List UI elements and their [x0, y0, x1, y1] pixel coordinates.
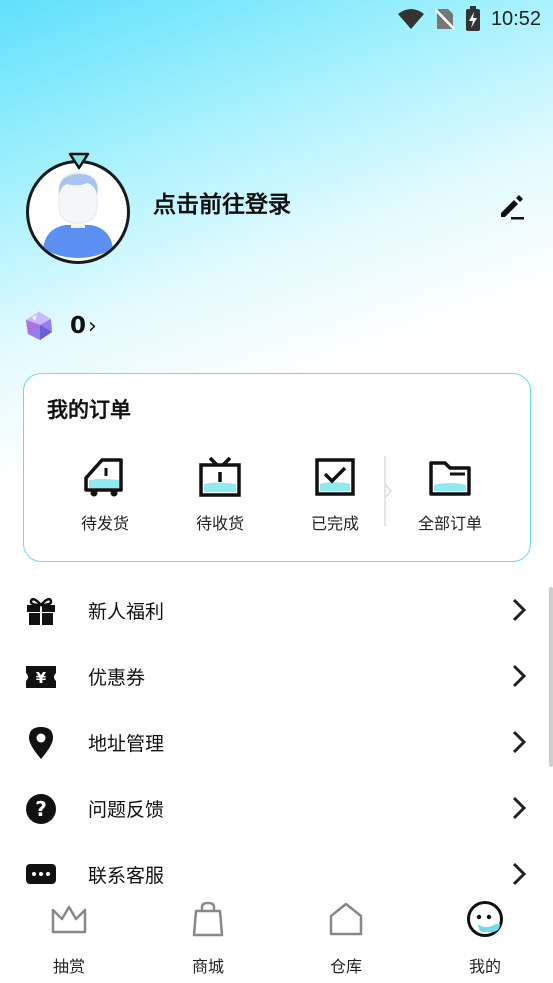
login-prompt[interactable]: 点击前往登录 — [153, 185, 291, 219]
points-row[interactable]: 0 › — [24, 310, 97, 342]
question-icon: ? — [26, 794, 56, 824]
pencil-icon — [501, 195, 524, 220]
chevron-right-icon — [512, 862, 527, 886]
status-icons: 10:52 — [397, 6, 541, 32]
edit-profile-button[interactable] — [497, 191, 527, 221]
menu-label: 问题反馈 — [88, 799, 165, 821]
svg-text:¥: ¥ — [36, 669, 47, 687]
battery-charging-icon — [465, 6, 480, 31]
orders-card: 我的订单 待发货 待收货 已完成 全部订单 — [23, 373, 531, 562]
status-time: 10:52 — [490, 7, 541, 30]
crown-icon — [51, 905, 87, 934]
crystal-gem-icon — [26, 312, 52, 340]
menu-label: 地址管理 — [88, 733, 165, 755]
points-chevron: › — [88, 313, 97, 339]
menu-item-newcomer-benefits[interactable]: 新人福利 — [0, 577, 553, 643]
tab-mine[interactable]: 我的 — [440, 897, 530, 977]
menu-label: 联系客服 — [88, 865, 165, 887]
scrollbar[interactable] — [549, 587, 553, 767]
order-pending-receipt[interactable]: 待收货 — [170, 452, 270, 534]
nav-label: 仓库 — [329, 957, 362, 976]
default-user-icon — [31, 165, 125, 259]
orders-title: 我的订单 — [47, 398, 131, 422]
gift-icon — [27, 597, 55, 625]
order-completed[interactable]: 已完成 — [285, 452, 385, 534]
chevron-right-icon — [512, 664, 527, 688]
wifi-icon — [397, 9, 424, 29]
chevron-right-icon — [512, 796, 527, 820]
tab-warehouse[interactable]: 仓库 — [301, 897, 391, 977]
bottom-nav: 抽赏 商城 仓库 我的 — [0, 891, 553, 983]
order-label: 待发货 — [80, 514, 129, 533]
avatar[interactable] — [26, 152, 134, 266]
order-label: 已完成 — [310, 514, 359, 533]
menu-label: 优惠券 — [88, 667, 146, 689]
chevron-right-icon — [512, 598, 527, 622]
tv-box-icon — [199, 456, 241, 497]
checkbox-icon — [315, 458, 355, 496]
order-all[interactable]: 全部订单 — [400, 452, 500, 534]
menu-list: 新人福利 ¥ 优惠券 地址管理 ? 问题反馈 联系客服 — [0, 577, 553, 907]
nav-label: 商城 — [191, 957, 224, 976]
tab-lottery[interactable]: 抽赏 — [24, 897, 114, 977]
points-value: 0 — [70, 313, 87, 339]
status-bar: 10:52 — [0, 0, 553, 40]
location-pin-icon — [29, 727, 53, 759]
divider-chevron — [384, 456, 392, 526]
nav-label: 我的 — [468, 957, 501, 976]
menu-label: 新人福利 — [88, 601, 165, 623]
home-icon — [329, 902, 363, 936]
profile-face-icon — [467, 901, 503, 937]
tab-mall[interactable]: 商城 — [163, 897, 253, 977]
no-sim-icon — [434, 8, 455, 31]
menu-item-address-management[interactable]: 地址管理 — [0, 709, 553, 775]
chevron-right-icon — [512, 730, 527, 754]
truck-icon — [84, 458, 123, 497]
folder-icon — [429, 461, 471, 496]
menu-item-feedback[interactable]: ? 问题反馈 — [0, 775, 553, 841]
avatar-circle — [26, 160, 130, 264]
menu-item-coupons[interactable]: ¥ 优惠券 — [0, 643, 553, 709]
order-pending-shipment[interactable]: 待发货 — [55, 452, 155, 534]
shopping-bag-icon — [192, 901, 224, 937]
order-label: 待收货 — [195, 514, 244, 533]
svg-text:?: ? — [35, 797, 47, 821]
chat-icon — [26, 864, 56, 884]
order-label: 全部订单 — [417, 514, 482, 533]
nav-label: 抽赏 — [52, 957, 85, 976]
avatar-badge-icon — [68, 152, 90, 170]
coupon-icon: ¥ — [26, 666, 56, 688]
